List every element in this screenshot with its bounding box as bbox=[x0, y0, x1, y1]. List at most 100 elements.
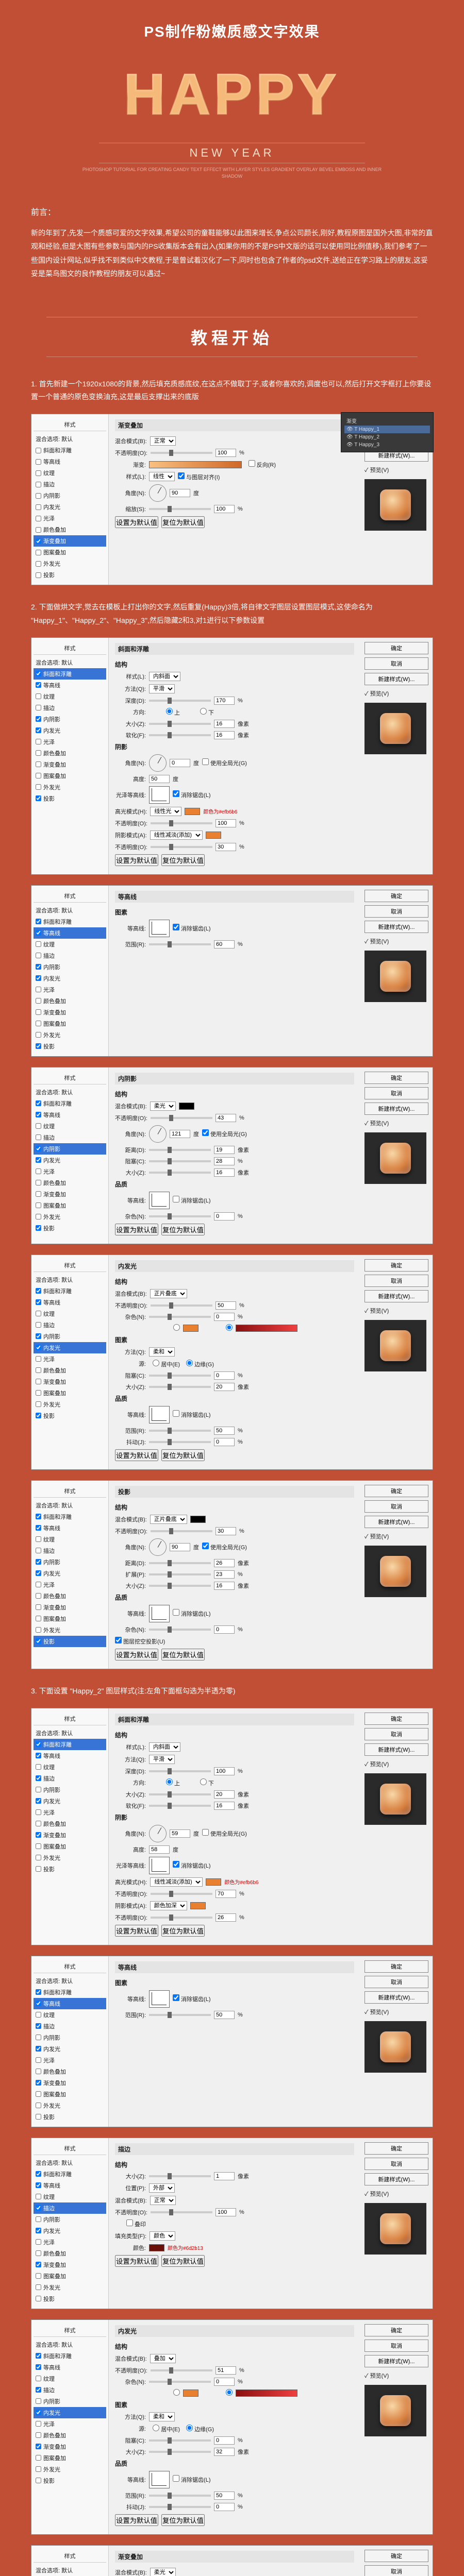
slider[interactable] bbox=[149, 1316, 211, 1318]
dropdown[interactable]: 线性 bbox=[149, 472, 175, 481]
style-row-outer_glow[interactable]: 外发光 bbox=[34, 2464, 106, 2475]
contour-picker[interactable] bbox=[149, 920, 170, 937]
style-checkbox[interactable] bbox=[36, 1180, 41, 1185]
style-checkbox[interactable] bbox=[36, 1032, 41, 1038]
new-style-button[interactable]: 新建样式(W)... bbox=[364, 2173, 428, 2185]
checkbox[interactable] bbox=[173, 790, 179, 797]
slider[interactable] bbox=[149, 2439, 211, 2442]
slider[interactable] bbox=[149, 1629, 211, 1631]
value-input[interactable] bbox=[216, 1114, 236, 1122]
preview-checkbox[interactable]: ✓ 预览(V) bbox=[364, 2190, 428, 2198]
style-row-outer_glow[interactable]: 外发光 bbox=[34, 558, 106, 569]
value-input[interactable] bbox=[214, 720, 235, 728]
value-input[interactable] bbox=[214, 1582, 235, 1590]
style-row-color_overlay[interactable]: 颜色叠加 bbox=[34, 2066, 106, 2077]
style-checkbox[interactable] bbox=[36, 1843, 41, 1849]
style-row-color_overlay[interactable]: 颜色叠加 bbox=[34, 1177, 106, 1189]
dropdown[interactable]: 柔和 bbox=[149, 1347, 175, 1357]
value-input[interactable] bbox=[216, 1527, 236, 1535]
style-row-stroke[interactable]: 描边 bbox=[34, 1773, 106, 1784]
style-checkbox[interactable] bbox=[36, 727, 41, 733]
preview-checkbox[interactable]: ✓ 预览(V) bbox=[364, 1119, 428, 1127]
slider[interactable] bbox=[149, 1430, 211, 1432]
cancel-button[interactable]: 取消 bbox=[364, 1976, 428, 1988]
style-checkbox[interactable] bbox=[36, 482, 41, 487]
style-checkbox[interactable] bbox=[36, 1043, 41, 1049]
style-checkbox[interactable] bbox=[36, 784, 41, 790]
style-row-bevel[interactable]: 斜面和浮雕 bbox=[34, 2350, 106, 2362]
checkbox-label[interactable]: 消除锯齿(L) bbox=[173, 924, 211, 933]
style-row-texture[interactable]: 纹理 bbox=[34, 1121, 106, 1132]
style-row-texture[interactable]: 纹理 bbox=[34, 939, 106, 950]
checkbox[interactable] bbox=[202, 1543, 209, 1549]
blend-options-row[interactable]: 混合选项: 默认 bbox=[34, 1727, 106, 1739]
style-checkbox[interactable] bbox=[36, 2194, 41, 2199]
style-checkbox[interactable] bbox=[36, 705, 41, 710]
checkbox-label[interactable]: 图层挖空投影(U) bbox=[115, 1637, 165, 1646]
style-row-pattern_overlay[interactable]: 图案叠加 bbox=[34, 547, 106, 558]
style-checkbox[interactable] bbox=[36, 795, 41, 801]
value-input[interactable] bbox=[214, 1371, 235, 1380]
new-style-button[interactable]: 新建样式(W)... bbox=[364, 1290, 428, 1302]
ok-button[interactable]: 确定 bbox=[364, 890, 428, 902]
value-input[interactable] bbox=[214, 1146, 235, 1154]
checkbox-label[interactable]: 消除锯齿(L) bbox=[173, 1609, 211, 1618]
style-checkbox[interactable] bbox=[36, 1367, 41, 1373]
cancel-button[interactable]: 取消 bbox=[364, 2565, 428, 2576]
style-row-grad_overlay[interactable]: 渐变叠加 bbox=[34, 1602, 106, 1613]
style-row-satin[interactable]: 光泽 bbox=[34, 513, 106, 524]
style-row-grad_overlay[interactable]: 渐变叠加 bbox=[34, 2259, 106, 2270]
style-checkbox[interactable] bbox=[36, 1390, 41, 1396]
style-checkbox[interactable] bbox=[36, 1741, 41, 1747]
checkbox-label[interactable]: 反向(R) bbox=[245, 460, 276, 469]
style-checkbox[interactable] bbox=[36, 1821, 41, 1826]
style-row-satin[interactable]: 光泽 bbox=[34, 1807, 106, 1818]
slider[interactable] bbox=[149, 1375, 211, 1377]
style-checkbox[interactable] bbox=[36, 2114, 41, 2120]
style-checkbox[interactable] bbox=[36, 1866, 41, 1872]
style-row-stroke[interactable]: 描边 bbox=[34, 2021, 106, 2032]
ok-button[interactable]: 确定 bbox=[364, 1072, 428, 1084]
glow-grad[interactable] bbox=[226, 2389, 233, 2396]
value-input[interactable] bbox=[214, 940, 235, 948]
style-checkbox[interactable] bbox=[36, 761, 41, 767]
value-input[interactable] bbox=[214, 1212, 235, 1221]
style-row-inner_shadow[interactable]: 内阴影 bbox=[34, 2032, 106, 2043]
slider[interactable] bbox=[149, 1793, 211, 1795]
preview-checkbox[interactable]: ✓ 预览(V) bbox=[364, 2371, 428, 2380]
style-checkbox[interactable] bbox=[36, 1604, 41, 1610]
style-checkbox[interactable] bbox=[36, 1379, 41, 1384]
make-default-button[interactable]: 设置为默认值 bbox=[115, 1449, 158, 1461]
style-row-texture[interactable]: 纹理 bbox=[34, 1308, 106, 1319]
style-row-color_overlay[interactable]: 颜色叠加 bbox=[34, 2430, 106, 2441]
make-default-button[interactable]: 设置为默认值 bbox=[115, 2514, 158, 2526]
style-checkbox[interactable] bbox=[36, 1345, 41, 1350]
style-row-contour[interactable]: 等高线 bbox=[34, 1750, 106, 1761]
checkbox-label[interactable]: 消除锯齿(L) bbox=[173, 1196, 211, 1205]
dropdown[interactable]: 颜色 bbox=[150, 2231, 175, 2241]
style-row-pattern_overlay[interactable]: 图案叠加 bbox=[34, 2270, 106, 2282]
color-swatch[interactable] bbox=[183, 1325, 198, 1332]
value-input[interactable] bbox=[216, 1890, 236, 1898]
checkbox-label[interactable]: 使用全局光(G) bbox=[202, 1129, 247, 1138]
style-checkbox[interactable] bbox=[36, 1787, 41, 1792]
slider[interactable] bbox=[149, 1386, 211, 1388]
style-row-inner_shadow[interactable]: 内阴影 bbox=[34, 1143, 106, 1155]
checkbox-label[interactable]: 叠印 bbox=[115, 2219, 146, 2228]
style-row-drop_shadow[interactable]: 投影 bbox=[34, 2293, 106, 2304]
value-input[interactable] bbox=[170, 1543, 190, 1551]
contour-picker[interactable] bbox=[149, 786, 170, 804]
style-checkbox[interactable] bbox=[36, 2398, 41, 2404]
style-row-color_overlay[interactable]: 颜色叠加 bbox=[34, 1590, 106, 1602]
style-checkbox[interactable] bbox=[36, 1989, 41, 1995]
color-swatch[interactable] bbox=[183, 2389, 198, 2397]
dropdown[interactable]: 正常 bbox=[150, 436, 176, 446]
style-checkbox[interactable] bbox=[36, 2080, 41, 2086]
style-checkbox[interactable] bbox=[36, 2421, 41, 2427]
dropdown[interactable]: 外部 bbox=[149, 2183, 175, 2193]
style-checkbox[interactable] bbox=[36, 1413, 41, 1418]
dropdown[interactable]: 柔光 bbox=[150, 1101, 176, 1111]
checkbox[interactable] bbox=[178, 472, 185, 479]
style-row-texture[interactable]: 纹理 bbox=[34, 2191, 106, 2202]
style-checkbox[interactable] bbox=[36, 2001, 41, 2006]
